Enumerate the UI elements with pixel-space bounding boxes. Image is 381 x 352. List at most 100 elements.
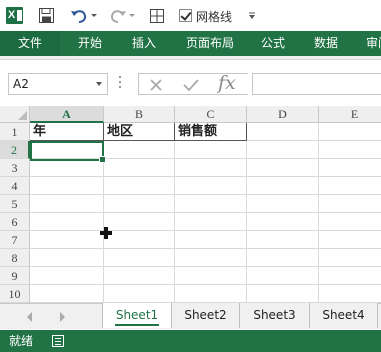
- cell-d1[interactable]: [247, 123, 319, 141]
- sheet-tab-sheet4[interactable]: Sheet4: [310, 303, 378, 328]
- cell-c5[interactable]: [175, 195, 247, 213]
- cell-c3[interactable]: [175, 159, 247, 177]
- cell-d4[interactable]: [247, 177, 319, 195]
- cell-a4[interactable]: [30, 177, 104, 195]
- active-cell-a2[interactable]: [30, 141, 106, 163]
- worksheet-grid: A B C D E 1 2 3 4 5 6 7 8 9 10 年地区 销售额: [0, 106, 381, 306]
- row-header-5[interactable]: 5: [0, 195, 30, 213]
- cell-a8[interactable]: [30, 249, 104, 267]
- column-header-e[interactable]: E: [319, 106, 381, 123]
- cell-e4[interactable]: [319, 177, 381, 195]
- cell-a10[interactable]: [30, 285, 104, 303]
- cell-c2[interactable]: [175, 141, 247, 159]
- cell-b9[interactable]: [104, 267, 175, 285]
- sheet-tab-sheet2[interactable]: Sheet2: [172, 303, 240, 328]
- enter-check-icon[interactable]: [183, 78, 199, 92]
- undo-button[interactable]: [68, 5, 90, 26]
- tab-formulas[interactable]: 公式: [257, 31, 289, 56]
- cell-d3[interactable]: [247, 159, 319, 177]
- cell-c8[interactable]: [175, 249, 247, 267]
- tab-data[interactable]: 数据: [310, 31, 342, 56]
- cell-b10[interactable]: [104, 285, 175, 303]
- cell-c10[interactable]: [175, 285, 247, 303]
- cell-d10[interactable]: [247, 285, 319, 303]
- column-header-a[interactable]: A: [30, 106, 104, 123]
- cell-a5[interactable]: [30, 195, 104, 213]
- row-header-6[interactable]: 6: [0, 213, 30, 231]
- chevron-down-icon[interactable]: [96, 82, 102, 86]
- cell-a3[interactable]: [30, 159, 104, 177]
- cancel-icon[interactable]: [149, 78, 163, 92]
- tab-page-layout[interactable]: 页面布局: [182, 31, 238, 56]
- cell-d2[interactable]: [247, 141, 319, 159]
- row-header-9[interactable]: 9: [0, 267, 30, 285]
- cell-b8[interactable]: [104, 249, 175, 267]
- next-sheet-icon[interactable]: [60, 312, 65, 322]
- borders-button[interactable]: [148, 5, 166, 26]
- insert-function-button[interactable]: fx: [218, 73, 236, 93]
- cell-c6[interactable]: [175, 213, 247, 231]
- sheet-tab-sheet3[interactable]: Sheet3: [240, 303, 310, 328]
- row-header-8[interactable]: 8: [0, 249, 30, 267]
- cell-a9[interactable]: [30, 267, 104, 285]
- macro-record-icon[interactable]: [52, 335, 64, 347]
- cell-e2[interactable]: [319, 141, 381, 159]
- select-all-button[interactable]: [0, 106, 30, 123]
- cell-b2[interactable]: [104, 141, 175, 159]
- tab-home[interactable]: 开始: [74, 31, 106, 56]
- row-header-3[interactable]: 3: [0, 159, 30, 177]
- cell-e9[interactable]: [319, 267, 381, 285]
- formula-input[interactable]: [252, 73, 381, 95]
- save-button[interactable]: [36, 5, 56, 26]
- tab-review[interactable]: 审阅: [366, 31, 381, 56]
- customize-toolbar-button[interactable]: [246, 5, 258, 26]
- redo-dropdown-button[interactable]: [128, 5, 136, 26]
- cell-e8[interactable]: [319, 249, 381, 267]
- cell-e6[interactable]: [319, 213, 381, 231]
- row-header-7[interactable]: 7: [0, 231, 30, 249]
- gridlines-label: 网格线: [196, 10, 233, 24]
- cell-d6[interactable]: [247, 213, 319, 231]
- cell-b4[interactable]: [104, 177, 175, 195]
- cell-d8[interactable]: [247, 249, 319, 267]
- tab-file[interactable]: 文件: [0, 31, 60, 56]
- save-icon: [38, 8, 54, 23]
- row-header-4[interactable]: 4: [0, 177, 30, 195]
- cell-d9[interactable]: [247, 267, 319, 285]
- resize-handle-icon[interactable]: [119, 76, 122, 90]
- cell-c4[interactable]: [175, 177, 247, 195]
- previous-sheet-icon[interactable]: [27, 312, 32, 322]
- cell-b1[interactable]: 地区: [104, 123, 175, 141]
- cell-b5[interactable]: [104, 195, 175, 213]
- cell-b6[interactable]: [104, 213, 175, 231]
- gridlines-checkbox[interactable]: [179, 9, 192, 22]
- column-header-d[interactable]: D: [247, 106, 319, 123]
- row-header-1[interactable]: 1: [0, 123, 30, 141]
- cell-e10[interactable]: [319, 285, 381, 303]
- row-header-2[interactable]: 2: [0, 141, 30, 159]
- cell-e3[interactable]: [319, 159, 381, 177]
- undo-dropdown-button[interactable]: [90, 5, 98, 26]
- redo-button[interactable]: [108, 5, 128, 26]
- column-header-b[interactable]: B: [104, 106, 175, 123]
- cell-a1[interactable]: 年: [30, 123, 104, 141]
- name-box[interactable]: A2: [8, 73, 108, 95]
- cell-d5[interactable]: [247, 195, 319, 213]
- column-header-c[interactable]: C: [175, 106, 247, 123]
- cell-a7[interactable]: [30, 231, 104, 249]
- cell-c1[interactable]: 销售额: [175, 123, 247, 141]
- cell-a6[interactable]: [30, 213, 104, 231]
- cell-e5[interactable]: [319, 195, 381, 213]
- sheet-tab-sheet1[interactable]: Sheet1: [102, 303, 172, 328]
- formula-bar: A2 fx: [0, 60, 381, 106]
- row-header-10[interactable]: 10: [0, 285, 30, 303]
- cell-e7[interactable]: [319, 231, 381, 249]
- cell-c9[interactable]: [175, 267, 247, 285]
- cell-c7[interactable]: [175, 231, 247, 249]
- cell-b3[interactable]: [104, 159, 175, 177]
- cell-d7[interactable]: [247, 231, 319, 249]
- cell-e1[interactable]: [319, 123, 381, 141]
- undo-icon: [71, 9, 87, 23]
- cell-b7[interactable]: [104, 231, 175, 249]
- tab-insert[interactable]: 插入: [128, 31, 160, 56]
